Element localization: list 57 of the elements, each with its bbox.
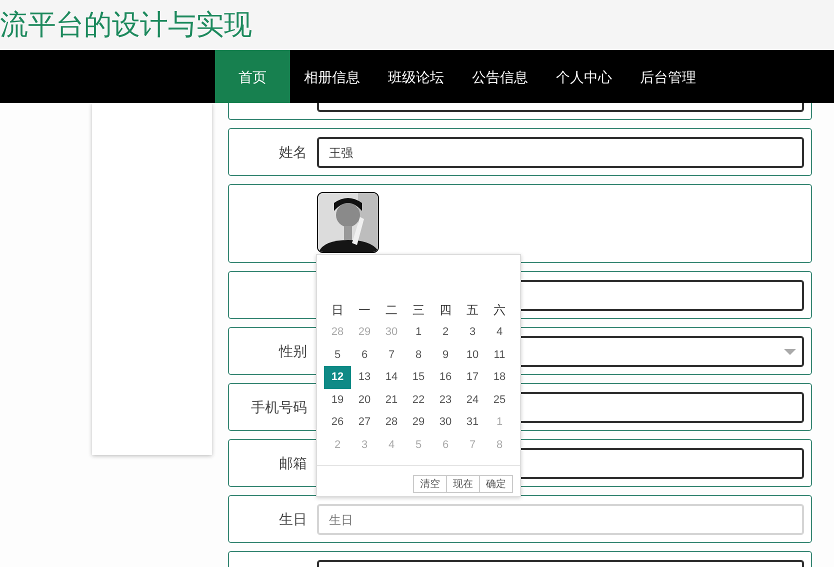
calendar-day[interactable]: 10	[459, 344, 486, 366]
calendar-button[interactable]: 确定	[479, 475, 513, 493]
caret-icon	[784, 348, 796, 354]
calendar-day[interactable]: 13	[351, 366, 378, 388]
calendar-day[interactable]: 31	[459, 411, 486, 434]
calendar-day[interactable]: 29	[405, 411, 432, 434]
calendar-day[interactable]: 9	[432, 344, 459, 366]
calendar-day[interactable]: 4	[486, 321, 513, 344]
calendar-day[interactable]: 3	[459, 321, 486, 344]
calendar-button[interactable]: 现在	[446, 475, 480, 493]
calendar-day[interactable]: 21	[378, 388, 405, 411]
site-title: 流平台的设计与实现	[0, 7, 252, 43]
calendar-day[interactable]: 30	[432, 411, 459, 434]
calendar-day[interactable]: 20	[351, 388, 378, 411]
calendar-day[interactable]: 27	[351, 411, 378, 434]
field-label: 邮箱	[278, 454, 307, 473]
nav-tab[interactable]: 首页	[215, 50, 290, 103]
calendar-day[interactable]: 11	[486, 344, 513, 366]
calendar-button[interactable]: 清空	[413, 475, 447, 493]
calendar-day[interactable]: 2	[432, 321, 459, 344]
field-label: 性别	[278, 342, 307, 361]
calendar-day[interactable]: 28	[378, 411, 405, 434]
field-label: 姓名	[278, 143, 307, 162]
calendar-day[interactable]: 5	[324, 344, 351, 366]
weekday-label: 四	[438, 302, 452, 319]
weekday-label: 二	[384, 302, 398, 319]
calendar-day[interactable]: 26	[324, 411, 351, 434]
nav-tab[interactable]: 班级论坛	[374, 50, 458, 103]
input-field[interactable]: 生日	[317, 504, 804, 535]
input-field[interactable]: 王强	[317, 137, 804, 168]
nav-tab[interactable]: 公告信息	[458, 50, 542, 103]
calendar-day[interactable]: 25	[486, 388, 513, 411]
field-label: 手机号码	[250, 398, 307, 417]
nav-tab[interactable]: 个人中心	[542, 50, 626, 103]
weekday-label: 三	[412, 302, 426, 319]
calendar-day[interactable]: 7	[378, 344, 405, 366]
field-label: 生日	[278, 510, 307, 529]
weekday-label: 六	[492, 302, 506, 319]
calendar-day[interactable]: 19	[324, 388, 351, 411]
nav-tab[interactable]: 相册信息	[290, 50, 374, 103]
calendar-day[interactable]: 15	[405, 366, 432, 388]
calendar-day[interactable]: 6	[351, 344, 378, 366]
calendar-day[interactable]: 1	[405, 321, 432, 344]
calendar-day[interactable]: 22	[405, 388, 432, 411]
input-field[interactable]	[317, 103, 804, 112]
nav-tab[interactable]: 后台管理	[626, 50, 710, 103]
weekday-label: 五	[466, 302, 480, 319]
calendar-day[interactable]: 23	[432, 388, 459, 411]
calendar-day[interactable]: 16	[432, 366, 459, 388]
calendar-day[interactable]: 14	[378, 366, 405, 388]
calendar-day[interactable]: 18	[486, 366, 513, 388]
weekday-label: 日	[330, 302, 344, 319]
weekday-label: 一	[358, 302, 372, 319]
calendar-day[interactable]: 17	[459, 366, 486, 388]
calendar-day[interactable]: 24	[459, 388, 486, 411]
calendar-day[interactable]: 12	[324, 366, 351, 388]
calendar-day[interactable]: 8	[405, 344, 432, 366]
